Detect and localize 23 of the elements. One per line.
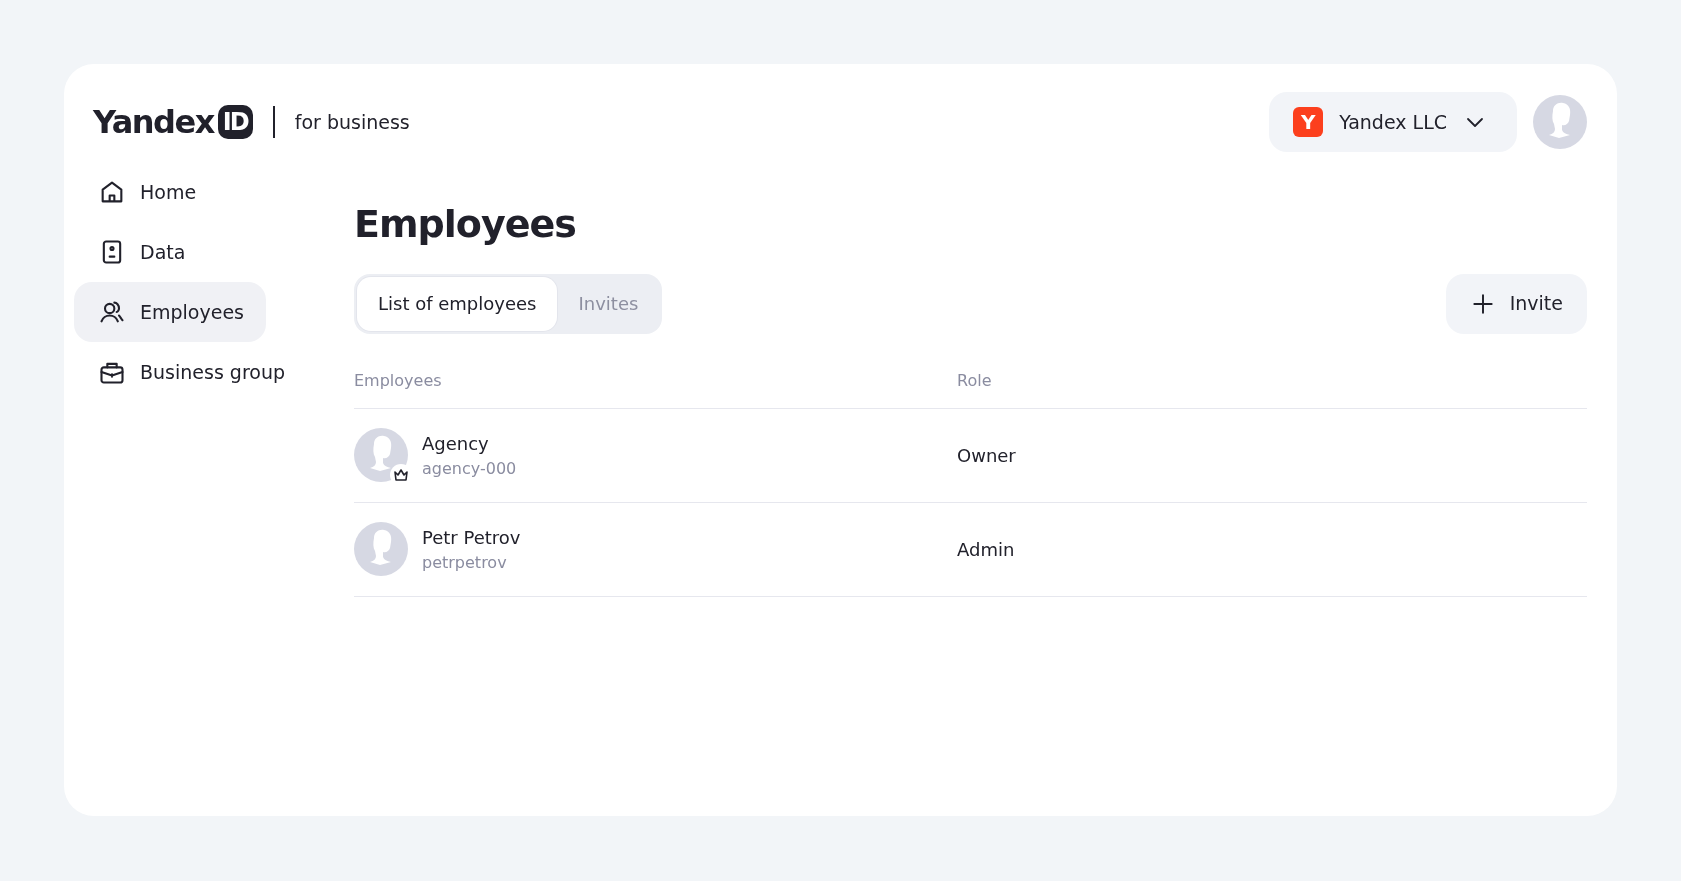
logo-wordmark: Yandex [93,102,214,143]
employee-role: Admin [957,537,1015,562]
column-header: Role [957,369,992,392]
organization-dropdown[interactable]: Y Yandex LLC [1269,92,1517,152]
logo-badge: ID [217,105,253,139]
employee-login: petrpetrov [422,551,508,574]
sidebar-item[interactable]: Business group [74,342,307,402]
column-header: Employees [354,369,442,392]
sidebar-item[interactable]: Employees [74,282,266,342]
employee-login: agency-000 [422,457,517,480]
employee-name: Petr Petrov [422,525,521,550]
avatar [354,428,408,483]
page-title: Employees [354,202,577,248]
sidebar-item[interactable]: Home [74,162,219,222]
invite-button[interactable]: Invite [1445,273,1587,334]
tab[interactable]: List of employees [357,276,558,331]
sidebar-item[interactable]: Data [74,222,208,282]
employee-name: Agency [422,431,490,456]
user-avatar[interactable] [1533,95,1587,149]
avatar [354,522,408,577]
organization-logo: Y [1293,107,1324,137]
logo-suffix: for business [294,109,410,135]
employee-role: Owner [957,443,1016,468]
